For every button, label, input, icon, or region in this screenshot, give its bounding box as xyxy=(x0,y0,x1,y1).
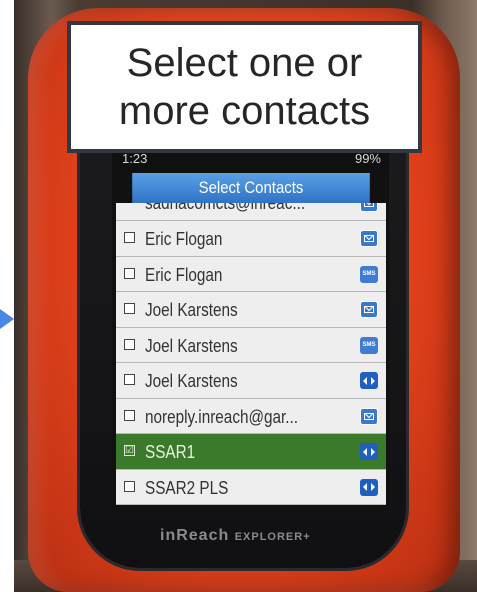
contact-label: SSAR1 xyxy=(145,442,196,462)
inreach-icon xyxy=(360,443,378,460)
list-item[interactable]: Joel Karstens xyxy=(116,292,386,328)
callout-line-2: more contacts xyxy=(118,89,371,133)
callout-line-1: Select one or xyxy=(126,41,363,85)
checkbox[interactable] xyxy=(124,409,135,421)
checkbox[interactable] xyxy=(124,338,135,350)
checkbox[interactable] xyxy=(124,480,135,492)
instruction-callout: Select one or more contacts xyxy=(67,21,422,153)
contact-list[interactable]: sadhacomcts@inreac... Eric Flogan Eric F… xyxy=(116,203,386,505)
checkbox[interactable] xyxy=(124,303,135,314)
device-brand-label: inReach EXPLORER+ xyxy=(160,527,311,545)
contact-label: Joel Karstens xyxy=(145,335,238,356)
checkbox[interactable] xyxy=(124,267,135,279)
list-item[interactable]: Eric Flogan SMS xyxy=(116,256,386,292)
sms-icon: SMS xyxy=(360,265,378,283)
email-icon xyxy=(360,301,378,318)
contact-label: Eric Flogan xyxy=(145,264,223,285)
battery-level: 99% xyxy=(354,151,381,166)
screen-title: Select Contacts xyxy=(132,173,370,203)
email-icon xyxy=(360,407,378,425)
model-name: EXPLORER+ xyxy=(234,531,311,543)
contact-label: noreply.inreach@gar... xyxy=(145,406,299,427)
list-item[interactable]: Eric Flogan xyxy=(116,221,386,257)
email-icon xyxy=(360,230,378,247)
contact-label: Joel Karstens xyxy=(145,371,238,391)
checkbox-checked[interactable]: ☑ xyxy=(124,445,135,456)
inreach-icon xyxy=(360,478,378,496)
contact-label: Joel Karstens xyxy=(145,300,238,320)
contact-label: sadhacomcts@inreac... xyxy=(145,203,306,213)
list-item[interactable]: SSAR2 PLS xyxy=(116,469,386,505)
list-item[interactable]: Joel Karstens xyxy=(116,363,386,399)
list-item[interactable]: Joel Karstens SMS xyxy=(116,327,386,363)
pointer-arrow-icon xyxy=(0,309,14,329)
sms-icon: SMS xyxy=(360,336,378,354)
list-item[interactable]: noreply.inreach@gar... xyxy=(116,398,386,434)
list-item-partial[interactable]: sadhacomcts@inreac... xyxy=(116,203,386,221)
status-time: 1:23 xyxy=(122,151,148,166)
list-item-selected[interactable]: ☑ SSAR1 xyxy=(116,434,386,470)
contact-label: Eric Flogan xyxy=(145,229,223,249)
brand-name: inReach xyxy=(160,527,230,544)
checkbox[interactable] xyxy=(124,232,135,243)
inreach-icon xyxy=(360,372,378,389)
device-screen: 1:23 99% Select Contacts sadhacomcts@inr… xyxy=(112,145,389,507)
checkbox[interactable] xyxy=(124,374,135,385)
contact-label: SSAR2 PLS xyxy=(145,477,229,498)
email-icon xyxy=(360,203,378,212)
